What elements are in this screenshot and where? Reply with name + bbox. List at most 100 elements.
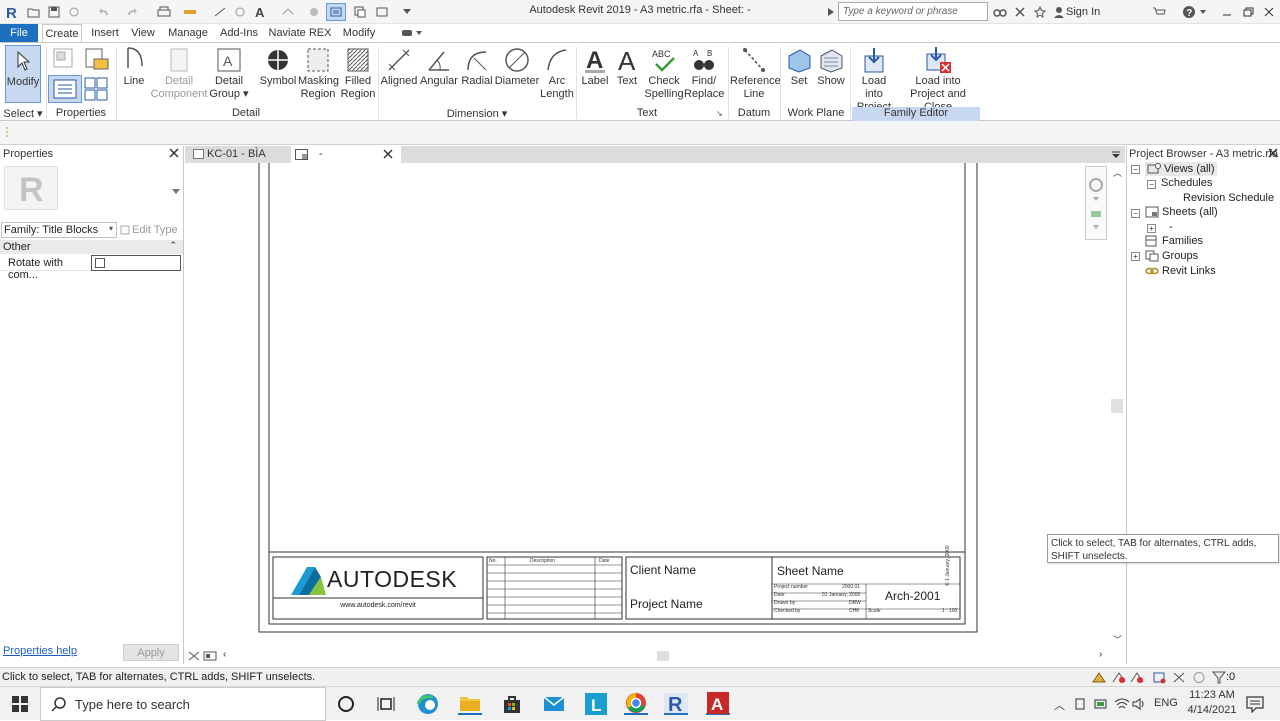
windows-start-icon[interactable] bbox=[12, 696, 28, 712]
thin-lines-icon[interactable] bbox=[326, 3, 346, 21]
tab-manage[interactable]: Manage bbox=[166, 24, 210, 42]
store-icon[interactable] bbox=[500, 693, 524, 715]
ribbon-minimize-icon[interactable] bbox=[400, 27, 426, 39]
close-icon[interactable] bbox=[1260, 3, 1278, 21]
load-into-project-button[interactable]: Load into Project bbox=[852, 45, 896, 113]
language-indicator[interactable]: ENG bbox=[1154, 697, 1178, 709]
edge-browser-icon[interactable] bbox=[416, 693, 440, 715]
wifi-icon[interactable] bbox=[1114, 697, 1130, 711]
battery-icon[interactable] bbox=[1094, 697, 1108, 711]
select-by-face-icon[interactable] bbox=[1172, 671, 1186, 684]
tree-sheets-all[interactable]: Sheets (all) bbox=[1145, 206, 1218, 218]
apply-button[interactable]: Apply bbox=[123, 644, 179, 661]
check-spelling-button[interactable]: ABC Check Spelling bbox=[644, 45, 684, 103]
edit-type-button[interactable]: Edit Type bbox=[120, 222, 182, 238]
label-button[interactable]: A Label bbox=[578, 45, 612, 103]
angular-button[interactable]: Angular bbox=[418, 45, 460, 103]
expand-toggle-views[interactable]: − bbox=[1131, 165, 1140, 174]
tab-view-sheet-active[interactable]: - bbox=[291, 146, 401, 163]
tree-families[interactable]: Families bbox=[1145, 235, 1203, 247]
expand-toggle-schedules[interactable]: − bbox=[1147, 180, 1156, 189]
show-hidden-icons[interactable]: ︿ bbox=[1054, 697, 1065, 713]
select-links-icon[interactable] bbox=[1112, 671, 1126, 684]
tag-icon[interactable] bbox=[232, 3, 248, 21]
redo-icon[interactable] bbox=[124, 3, 140, 21]
reference-line-button[interactable]: Reference Line bbox=[730, 45, 781, 103]
favorites-star-icon[interactable] bbox=[1032, 3, 1048, 21]
volume-icon[interactable] bbox=[1132, 697, 1146, 711]
tab-modify[interactable]: Modify bbox=[340, 24, 378, 42]
steering-wheel-icon[interactable] bbox=[1085, 166, 1107, 196]
properties-help-link[interactable]: Properties help bbox=[3, 645, 77, 657]
taskbar-search-box[interactable]: Type here to search bbox=[40, 687, 326, 721]
type-properties-icon[interactable] bbox=[52, 47, 74, 69]
tab-view-kc01[interactable]: KC-01 - BÌA bbox=[189, 146, 293, 163]
radial-button[interactable]: Radial bbox=[460, 45, 494, 103]
text-panel-launcher-icon[interactable]: ↘ bbox=[716, 109, 723, 118]
properties-close-icon[interactable] bbox=[168, 147, 182, 161]
tab-add-ins[interactable]: Add-Ins bbox=[218, 24, 260, 42]
tab-file[interactable]: File bbox=[0, 24, 38, 42]
close-hidden-icon[interactable] bbox=[352, 3, 368, 21]
family-types-icon[interactable] bbox=[84, 47, 110, 73]
family-type-selector[interactable]: Family: Title Blocks ▾ bbox=[1, 222, 117, 238]
vertical-scroll-thumb[interactable] bbox=[1111, 399, 1123, 413]
scroll-left-icon[interactable]: ‹ bbox=[223, 649, 226, 660]
scroll-up-icon[interactable]: ︿ bbox=[1113, 166, 1122, 179]
clock-time[interactable]: 11:23 AM bbox=[1184, 689, 1240, 701]
l-app-icon[interactable]: L bbox=[584, 693, 608, 715]
cart-icon[interactable] bbox=[1150, 3, 1168, 21]
revit-taskbar-icon[interactable]: R bbox=[664, 693, 688, 715]
show-work-plane-button[interactable]: Show bbox=[814, 45, 848, 103]
clock-date[interactable]: 4/14/2021 bbox=[1184, 704, 1240, 716]
project-browser-close-icon[interactable] bbox=[1267, 147, 1279, 159]
line-button[interactable]: Line bbox=[118, 45, 150, 103]
worksets-icon[interactable] bbox=[1092, 671, 1106, 684]
minimize-icon[interactable] bbox=[1218, 3, 1236, 21]
properties-toggle-button[interactable] bbox=[48, 75, 82, 103]
select-pinned-icon[interactable] bbox=[1152, 671, 1166, 684]
visual-style-icon[interactable] bbox=[203, 650, 217, 662]
tab-list-dropdown-icon[interactable] bbox=[1111, 150, 1121, 158]
open-icon[interactable] bbox=[26, 3, 42, 21]
cortana-icon[interactable] bbox=[334, 693, 358, 715]
tab-naviate-rex[interactable]: Naviate REX bbox=[268, 24, 332, 42]
aligned-button[interactable]: Aligned bbox=[380, 45, 418, 103]
help-icon[interactable]: ? bbox=[1180, 3, 1198, 21]
filter-icon[interactable] bbox=[1211, 671, 1227, 684]
tree-schedules[interactable]: Schedules bbox=[1161, 177, 1212, 189]
vertical-scrollbar[interactable]: ︿ ﹀ bbox=[1109, 163, 1125, 647]
panel-select-label[interactable]: Select ▾ bbox=[2, 107, 44, 121]
tab-create[interactable]: Create bbox=[42, 24, 82, 42]
print-icon[interactable] bbox=[156, 3, 172, 21]
notifications-icon[interactable] bbox=[1246, 695, 1264, 714]
binoculars-icon[interactable] bbox=[992, 3, 1008, 21]
scroll-down-icon[interactable]: ﹀ bbox=[1113, 633, 1122, 646]
select-underlay-icon[interactable] bbox=[1130, 671, 1144, 684]
load-into-project-and-close-button[interactable]: Load into Project and Close bbox=[898, 45, 978, 113]
expand-toggle-sheets[interactable]: − bbox=[1131, 209, 1140, 218]
tree-groups[interactable]: Groups bbox=[1145, 250, 1198, 262]
tree-views-all[interactable]: Views (all) bbox=[1145, 162, 1217, 176]
sheet-scale-icon[interactable] bbox=[187, 650, 201, 662]
user-icon[interactable] bbox=[1052, 3, 1066, 21]
find-replace-button[interactable]: AB Find/ Replace bbox=[684, 45, 724, 103]
property-group-other[interactable]: Other ⌃ bbox=[0, 240, 183, 254]
text-icon[interactable]: A bbox=[252, 3, 268, 21]
modify-button[interactable]: Modify bbox=[5, 45, 41, 103]
diameter-button[interactable]: Diameter bbox=[494, 45, 540, 103]
measure-icon[interactable] bbox=[182, 3, 198, 21]
save-icon[interactable] bbox=[46, 3, 62, 21]
zoom-icon[interactable] bbox=[1085, 198, 1107, 228]
sync-icon[interactable] bbox=[66, 3, 82, 21]
help-dropdown-icon[interactable] bbox=[1198, 3, 1208, 21]
section-icon[interactable] bbox=[306, 3, 322, 21]
rotate-with-component-checkbox[interactable] bbox=[95, 258, 105, 268]
masking-region-button[interactable]: Masking Region bbox=[298, 45, 339, 103]
type-selector-dropdown-icon[interactable] bbox=[172, 186, 182, 194]
horizontal-scroll-thumb[interactable] bbox=[657, 651, 669, 661]
switch-windows-icon[interactable] bbox=[374, 3, 390, 21]
detail-component-button[interactable]: Detail Component bbox=[150, 45, 208, 103]
file-explorer-icon[interactable] bbox=[458, 693, 482, 715]
expand-toggle-groups[interactable]: + bbox=[1131, 252, 1140, 261]
